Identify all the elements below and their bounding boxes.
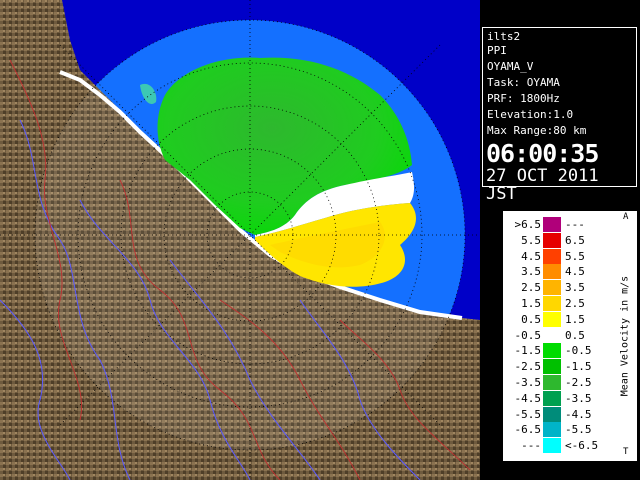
legend-row-upper-label: 6.5: [565, 233, 585, 247]
legend-row-lower-label: 3.5: [521, 265, 541, 279]
legend-row-upper-label: 0.5: [565, 328, 585, 342]
legend-row-upper-label: 3.5: [565, 281, 585, 295]
legend-row-upper-label: ---: [565, 218, 585, 231]
radar-ppi-display: [0, 0, 480, 480]
info-task: Task: OYAMA: [487, 76, 560, 89]
legend-color-swatch: [543, 248, 561, 264]
legend-color-swatch: [543, 311, 561, 327]
legend-color-swatch: [543, 217, 561, 232]
legend-row-upper-label: 2.5: [565, 297, 585, 310]
legend-row-lower-label: -3.5: [514, 376, 542, 389]
legend-row-lower-label: -0.5: [514, 328, 542, 342]
legend-row-lower-label: ---: [521, 439, 541, 453]
info-scan-type: PPI: [487, 44, 507, 57]
legend-color-swatch: [543, 280, 561, 296]
legend-color-swatch: [543, 375, 561, 390]
legend-row-lower-label: -2.5: [514, 360, 542, 374]
legend-row-upper-label: -5.5: [565, 423, 592, 437]
legend-title: Mean Velocity in m/s: [619, 275, 631, 397]
legend-corner-top: A: [623, 212, 629, 222]
legend-row-upper-label: -3.5: [565, 391, 592, 405]
legend-row-upper-label: <-6.5: [565, 439, 599, 453]
legend-corner-bottom: T: [623, 447, 629, 457]
legend-color-swatch: [543, 232, 561, 248]
legend-color-swatch: [543, 296, 561, 311]
scan-time: 06:00:35: [486, 139, 599, 168]
legend-row-lower-label: -5.5: [514, 407, 542, 421]
legend-row-upper-label: -1.5: [565, 360, 592, 374]
legend-row-lower-label: 2.5: [521, 281, 541, 295]
legend-row-upper-label: -2.5: [565, 376, 592, 389]
legend-row-lower-label: -1.5: [514, 344, 542, 358]
scan-date: 27 OCT 2011 JST: [486, 166, 599, 204]
info-elevation: Elevation:1.0: [487, 108, 574, 121]
info-site: OYAMA_V: [487, 60, 534, 73]
info-product: ilts2: [487, 30, 521, 43]
legend-color-swatch: [543, 438, 561, 454]
legend-row-upper-label: 4.5: [565, 265, 585, 279]
legend-row-lower-label: >6.5: [514, 218, 542, 231]
legend-color-swatch: [543, 422, 561, 438]
legend-row-upper-label: -0.5: [565, 344, 592, 358]
legend-color-swatch: [543, 390, 561, 406]
legend-row-lower-label: 1.5: [521, 297, 541, 310]
legend-row-lower-label: -4.5: [514, 391, 542, 405]
legend-row-lower-label: 0.5: [521, 312, 541, 326]
legend-title-container: Mean Velocity in m/s: [615, 211, 635, 461]
info-prf: PRF: 1800Hz: [487, 92, 560, 105]
legend-color-swatch: [543, 406, 561, 422]
velocity-legend: >6.5 --- 5.5 6.5 4.5 5.5 3.5 4.5 2.5 3.5 1.5 2.5 0.5…: [502, 210, 638, 462]
legend-row-lower-label: 4.5: [521, 249, 541, 263]
legend-row-upper-label: -4.5: [565, 407, 592, 421]
legend-row-lower-label: 5.5: [521, 233, 541, 247]
legend-row-lower-label: -6.5: [514, 423, 542, 437]
scan-info-box: ilts2 PPI OYAMA_V Task: OYAMA PRF: 1800H…: [482, 27, 637, 203]
legend-row-upper-label: 1.5: [565, 312, 585, 326]
legend-color-swatch: [543, 343, 561, 359]
info-max-range: Max Range:80 km: [487, 124, 587, 137]
legend-color-swatch: [543, 327, 561, 343]
legend-color-swatch: [543, 359, 561, 375]
legend-color-swatch: [543, 264, 561, 280]
legend-row-upper-label: 5.5: [565, 249, 585, 263]
info-panel: ilts2 PPI OYAMA_V Task: OYAMA PRF: 1800H…: [480, 0, 640, 480]
